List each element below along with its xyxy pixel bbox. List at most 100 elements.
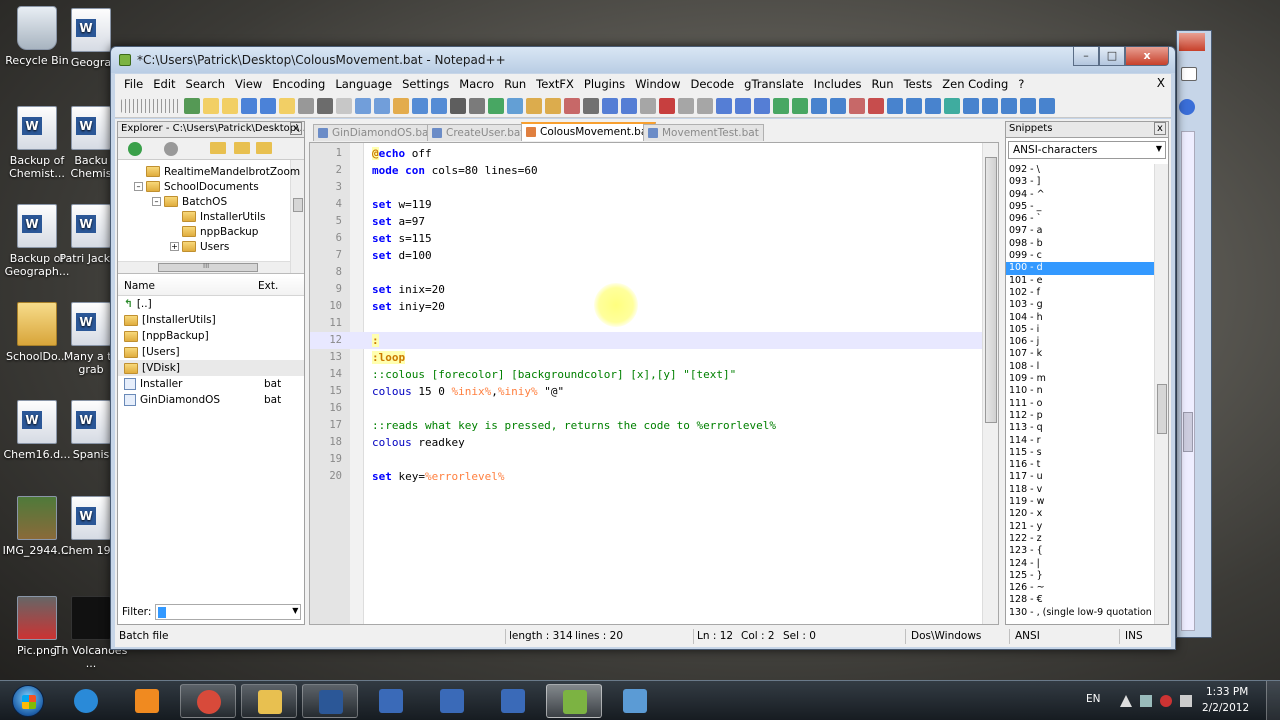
menu-includes[interactable]: Includes	[809, 77, 867, 91]
toolbar-button-icon[interactable]	[982, 97, 998, 114]
tree-item[interactable]: nppBackup	[170, 224, 258, 239]
toolbar-button-icon[interactable]	[716, 97, 732, 114]
snippet-item[interactable]: 120 - x	[1006, 508, 1154, 520]
menu-textfx[interactable]: TextFX	[531, 77, 579, 91]
scrollbar-thumb[interactable]	[1157, 384, 1167, 434]
snippet-item[interactable]: 116 - t	[1006, 459, 1154, 471]
snippet-item[interactable]: 114 - r	[1006, 435, 1154, 447]
code-editor[interactable]: 1 @echo off 2 mode con cols=80 lines=60 3 4 se…	[309, 142, 999, 625]
toolbar-button-icon[interactable]	[1039, 97, 1055, 114]
toolbar-button-icon[interactable]	[811, 97, 827, 114]
snippet-item[interactable]: 119 - w	[1006, 496, 1154, 508]
tab-movementtestbat[interactable]: MovementTest.bat	[643, 124, 764, 141]
flag-icon[interactable]	[1160, 695, 1172, 707]
forward-icon[interactable]	[164, 142, 178, 156]
snippet-item[interactable]: 104 - h	[1006, 312, 1154, 324]
toolbar-button-icon[interactable]	[678, 97, 694, 114]
toolbar-button-icon[interactable]	[241, 97, 257, 114]
scrollbar-thumb[interactable]	[1183, 412, 1193, 452]
toolbar-button-icon[interactable]	[754, 97, 770, 114]
snippet-item[interactable]: 126 - ~	[1006, 582, 1154, 594]
clock-date[interactable]: 2/2/2012	[1202, 702, 1249, 714]
menu-language[interactable]: Language	[330, 77, 397, 91]
snippet-item[interactable]: 125 - }	[1006, 570, 1154, 582]
toolbar-button-icon[interactable]	[1001, 97, 1017, 114]
scrollbar-thumb[interactable]	[985, 157, 997, 423]
snippet-item[interactable]: 103 - g	[1006, 299, 1154, 311]
taskbar-explorer-button[interactable]	[241, 684, 297, 718]
tree-item[interactable]: – SchoolDocuments	[134, 179, 259, 194]
back-icon[interactable]	[128, 142, 142, 156]
menu-macro[interactable]: Macro	[454, 77, 499, 91]
snippet-item[interactable]: 098 - b	[1006, 238, 1154, 250]
snippet-item[interactable]: 115 - s	[1006, 447, 1154, 459]
snippet-item[interactable]: 122 - z	[1006, 533, 1154, 545]
tree-item[interactable]: + Users	[170, 239, 229, 254]
menu-encoding[interactable]: Encoding	[267, 77, 330, 91]
toolbar-button-icon[interactable]	[393, 97, 409, 114]
toolbar-button-icon[interactable]	[374, 97, 390, 114]
snippet-item[interactable]: 121 - y	[1006, 521, 1154, 533]
menu-edit[interactable]: Edit	[148, 77, 180, 91]
toolbar-button-icon[interactable]	[773, 97, 789, 114]
maximize-button[interactable]: □	[1099, 47, 1125, 66]
tray-arrow-icon[interactable]	[1120, 695, 1132, 707]
menu-search[interactable]: Search	[181, 77, 231, 91]
volume-icon[interactable]	[1180, 695, 1192, 707]
file-row[interactable]: GinDiamondOS bat	[118, 392, 304, 408]
show-desktop-button[interactable]	[1266, 681, 1280, 720]
minimize-button[interactable]: –	[1073, 47, 1099, 66]
toolbar-button-icon[interactable]	[564, 97, 580, 114]
toolbar-button-icon[interactable]	[583, 97, 599, 114]
toolbar-button-icon[interactable]	[963, 97, 979, 114]
column-name[interactable]: Name	[124, 280, 155, 292]
file-row[interactable]: ↰ [..]	[118, 296, 304, 312]
language-indicator[interactable]: EN	[1086, 693, 1101, 705]
taskbar-python-button[interactable]	[363, 684, 419, 718]
scrollbar-thumb[interactable]	[293, 198, 303, 212]
toolbar-button-icon[interactable]	[469, 97, 485, 114]
collapse-icon[interactable]: –	[134, 182, 143, 191]
toolbar-button-icon[interactable]	[830, 97, 846, 114]
toolbar-button-icon[interactable]	[621, 97, 637, 114]
menu-gtranslate[interactable]: gTranslate	[739, 77, 809, 91]
snippet-item[interactable]: 095 - _	[1006, 201, 1154, 213]
snippets-vertical-scrollbar[interactable]	[1154, 164, 1168, 624]
toolbar-button-icon[interactable]	[203, 97, 219, 114]
taskbar-python-3-button[interactable]	[485, 684, 541, 718]
tab-colousmovementbat[interactable]: ColousMovement.bat	[521, 122, 657, 141]
toolbar-button-icon[interactable]	[431, 97, 447, 114]
menu-tests[interactable]: Tests	[899, 77, 938, 91]
menu-settings[interactable]: Settings	[397, 77, 454, 91]
toolbar-button-icon[interactable]	[697, 97, 713, 114]
snippet-item[interactable]: 100 - d	[1006, 262, 1154, 275]
toolbar-button-icon[interactable]	[925, 97, 941, 114]
menu-window[interactable]: Window	[630, 77, 685, 91]
toolbar-button-icon[interactable]	[545, 97, 561, 114]
taskbar-media-player-button[interactable]	[119, 684, 175, 718]
help-icon[interactable]	[1179, 99, 1195, 115]
toolbar-button-icon[interactable]	[944, 97, 960, 114]
explorer-close-icon[interactable]: x	[290, 122, 302, 135]
toolbar-button-icon[interactable]	[184, 97, 200, 114]
taskbar-notes-button[interactable]	[607, 684, 663, 718]
toolbar-button-icon[interactable]	[906, 97, 922, 114]
chevron-down-icon[interactable]: ▼	[1156, 144, 1162, 153]
tree-item[interactable]: – BatchOS	[152, 194, 227, 209]
toolbar-button-icon[interactable]	[849, 97, 865, 114]
menu-plugins[interactable]: Plugins	[579, 77, 630, 91]
toolbar-button-icon[interactable]	[355, 97, 371, 114]
snippet-item[interactable]: 106 - j	[1006, 336, 1154, 348]
toolbar-button-icon[interactable]	[507, 97, 523, 114]
start-button[interactable]	[6, 683, 50, 719]
snippet-item[interactable]: 109 - m	[1006, 373, 1154, 385]
menu-run[interactable]: Run	[499, 77, 531, 91]
taskbar-python-2-button[interactable]	[424, 684, 480, 718]
toolbar-button-icon[interactable]	[659, 97, 675, 114]
clock-time[interactable]: 1:33 PM	[1206, 686, 1248, 698]
file-row[interactable]: [VDisk]	[118, 360, 304, 376]
file-row[interactable]: [nppBackup]	[118, 328, 304, 344]
toolbar-button-icon[interactable]	[868, 97, 884, 114]
toolbar-button-icon[interactable]	[526, 97, 542, 114]
snippet-item[interactable]: 096 - `	[1006, 213, 1154, 225]
